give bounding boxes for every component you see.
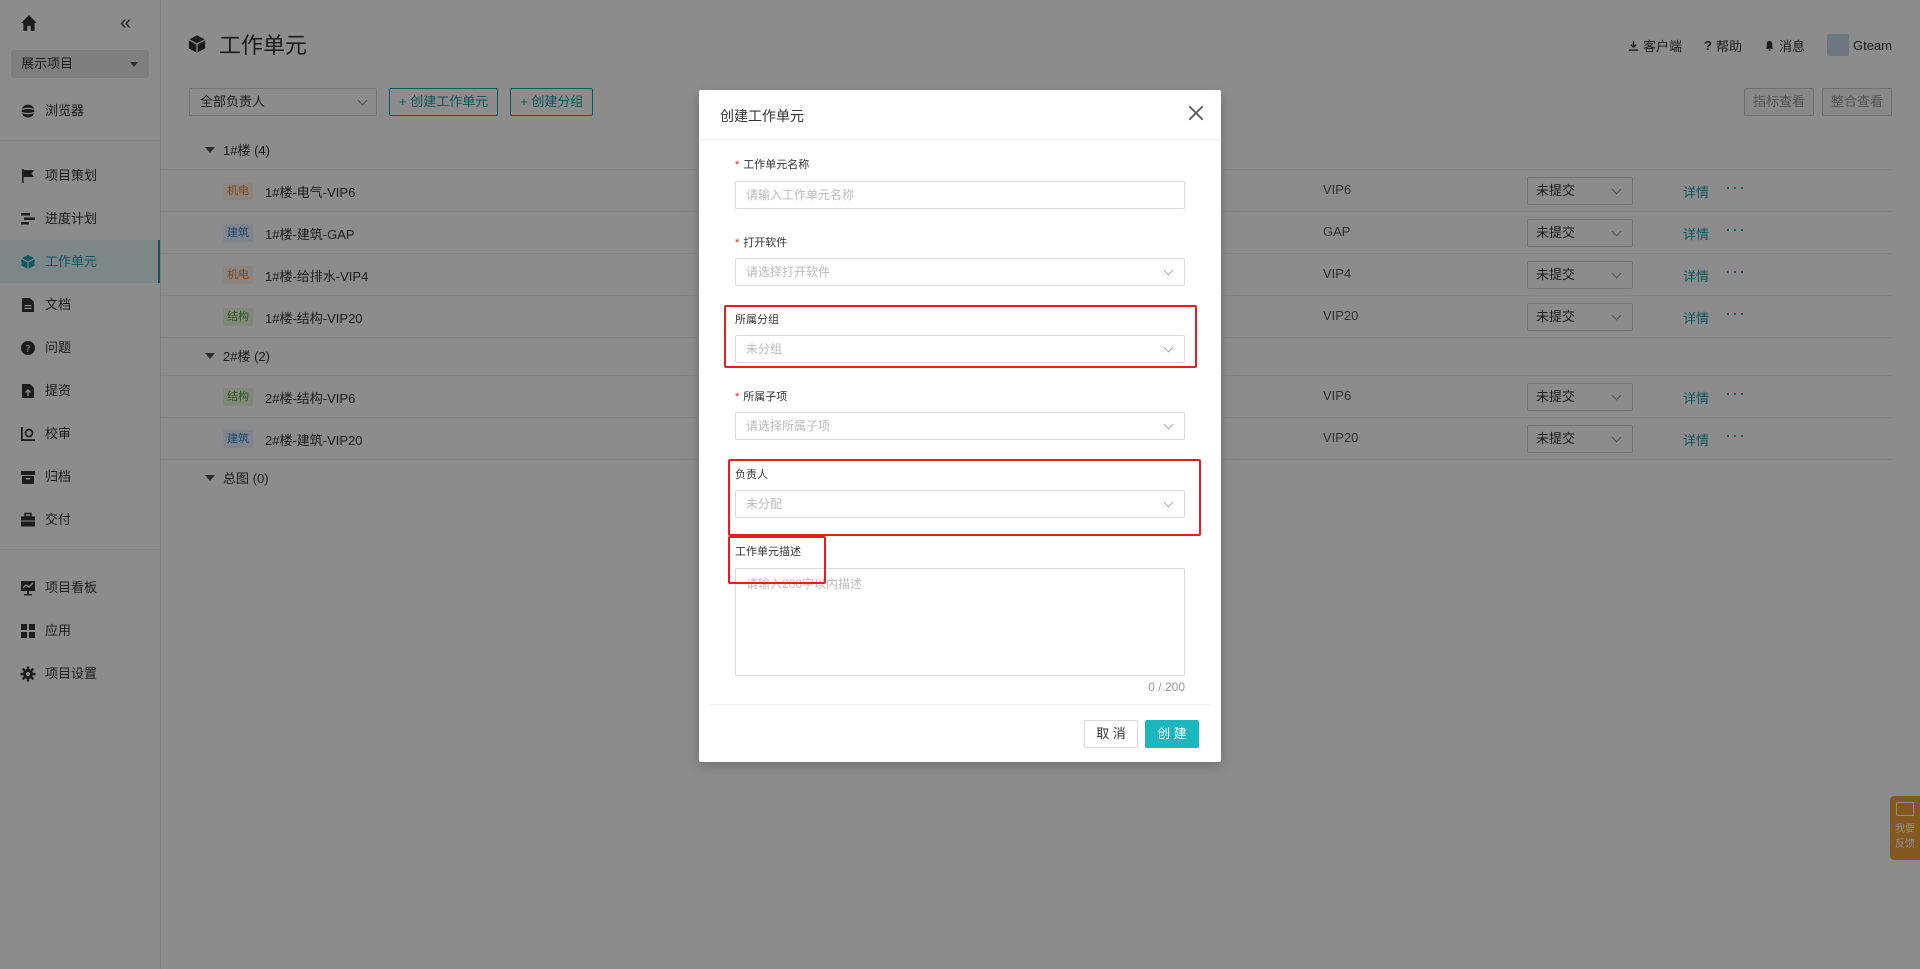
char-counter: 0 / 200 (1148, 680, 1185, 694)
software-label-text: 打开软件 (743, 237, 788, 249)
owner-label-text: 负责人 (735, 469, 768, 481)
dialog-header: 创建工作单元 (699, 90, 1221, 140)
subitem-label-text: 所属子项 (743, 391, 788, 403)
software-placeholder: 请选择打开软件 (746, 265, 831, 279)
subitem-field-label: * 所属子项 (735, 388, 787, 404)
chevron-down-icon (1163, 342, 1174, 353)
software-field-label: * 打开软件 (735, 234, 787, 250)
group-select[interactable]: 未分组 (735, 335, 1185, 363)
chevron-down-icon (1163, 419, 1174, 430)
create-work-unit-dialog: 创建工作单元 * 工作单元名称 请输入工作单元名称 * 打开软件 请选择打开软件 所… (699, 90, 1221, 762)
dialog-title: 创建工作单元 (720, 108, 804, 124)
cancel-button[interactable]: 取 消 (1084, 720, 1138, 748)
description-label-text: 工作单元描述 (735, 546, 801, 558)
owner-select[interactable]: 未分配 (735, 490, 1185, 518)
description-textarea[interactable]: 请输入200字以内描述 (735, 568, 1185, 676)
name-field-label: * 工作单元名称 (735, 156, 809, 172)
name-label-text: 工作单元名称 (743, 159, 810, 171)
group-field-label: 所属分组 (735, 311, 779, 327)
create-button[interactable]: 创 建 (1145, 720, 1199, 748)
chevron-down-icon (1163, 265, 1174, 276)
group-label-text: 所属分组 (735, 314, 779, 326)
required-mark: * (735, 237, 740, 249)
close-icon[interactable] (1187, 104, 1205, 122)
owner-value: 未分配 (746, 497, 783, 511)
description-placeholder: 请输入200字以内描述 (746, 577, 863, 591)
group-value: 未分组 (746, 342, 783, 356)
description-field-label: 工作单元描述 (735, 543, 801, 559)
software-select[interactable]: 请选择打开软件 (735, 258, 1185, 286)
required-mark: * (735, 391, 740, 403)
owner-field-label: 负责人 (735, 466, 768, 482)
name-placeholder: 请输入工作单元名称 (746, 188, 855, 202)
work-unit-name-input[interactable]: 请输入工作单元名称 (735, 181, 1185, 209)
subitem-select[interactable]: 请选择所属子项 (735, 412, 1185, 440)
dialog-footer-divider (709, 704, 1211, 705)
required-mark: * (735, 159, 740, 171)
subitem-placeholder: 请选择所属子项 (746, 419, 831, 433)
chevron-down-icon (1163, 497, 1174, 508)
